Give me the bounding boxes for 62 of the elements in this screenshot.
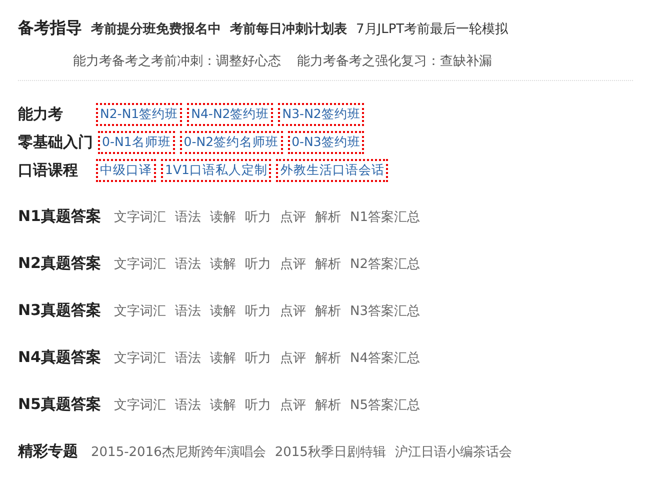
- answer-link[interactable]: 文字词汇: [114, 396, 166, 414]
- course-link[interactable]: 0-N3签约班: [288, 131, 364, 154]
- answer-link[interactable]: N5答案汇总: [350, 396, 420, 414]
- answer-link[interactable]: 读解: [210, 255, 236, 273]
- answer-link[interactable]: 文字词汇: [114, 302, 166, 320]
- answer-link[interactable]: N1答案汇总: [350, 208, 420, 226]
- answer-link[interactable]: 听力: [245, 255, 271, 273]
- course-link[interactable]: 中级口译: [96, 159, 156, 182]
- topic-link[interactable]: 2015-2016杰尼斯跨年演唱会: [91, 443, 266, 461]
- course-link[interactable]: N3-N2签约班: [278, 103, 364, 126]
- answer-link[interactable]: 文字词汇: [114, 349, 166, 367]
- course-link[interactable]: N2-N1签约班: [96, 103, 182, 126]
- answer-link[interactable]: N3答案汇总: [350, 302, 420, 320]
- answer-link[interactable]: 文字词汇: [114, 255, 166, 273]
- answer-link[interactable]: 点评: [280, 255, 306, 273]
- course-link[interactable]: 0-N2签约名师班: [180, 131, 283, 154]
- answer-link[interactable]: 点评: [280, 349, 306, 367]
- answer-link[interactable]: 语法: [175, 255, 201, 273]
- answer-link[interactable]: 语法: [175, 349, 201, 367]
- category-label: 口语课程: [18, 161, 79, 180]
- topic-link[interactable]: 沪江日语小编茶话会: [394, 443, 512, 461]
- course-link[interactable]: 0-N1名师班: [98, 131, 175, 154]
- answer-link[interactable]: 解析: [315, 302, 341, 320]
- answer-link[interactable]: 读解: [210, 208, 236, 226]
- answer-link[interactable]: 听力: [245, 302, 271, 320]
- answer-link[interactable]: 点评: [280, 302, 306, 320]
- article-link[interactable]: 考前每日冲刺计划表: [230, 20, 347, 38]
- course-link[interactable]: 1V1口语私人定制: [161, 159, 272, 182]
- article-link[interactable]: 考前提分班免费报名中: [91, 20, 221, 38]
- answer-link[interactable]: 点评: [280, 396, 306, 414]
- article-link[interactable]: 能力考备考之考前冲刺：调整好心态: [73, 52, 281, 74]
- section-title: 备考指导: [18, 18, 82, 39]
- answer-link[interactable]: 语法: [175, 208, 201, 226]
- answer-link[interactable]: 点评: [280, 208, 306, 226]
- category-label: N4真题答案: [18, 348, 101, 367]
- category-label: N1真题答案: [18, 207, 101, 226]
- answer-link[interactable]: 读解: [210, 302, 236, 320]
- article-link[interactable]: 能力考备考之强化复习：查缺补漏: [297, 52, 492, 74]
- topic-link[interactable]: 2015秋季日剧特辑: [274, 443, 386, 461]
- category-label: 能力考: [18, 105, 64, 124]
- answer-link[interactable]: 解析: [315, 208, 341, 226]
- course-link[interactable]: N4-N2签约班: [187, 103, 274, 126]
- answer-link[interactable]: 读解: [210, 396, 236, 414]
- answer-link[interactable]: 听力: [245, 349, 271, 367]
- answer-link[interactable]: 解析: [315, 396, 341, 414]
- answer-link[interactable]: N2答案汇总: [350, 255, 420, 273]
- article-link[interactable]: 7月JLPT考前最后一轮模拟: [356, 20, 508, 38]
- category-label: 精彩专题: [18, 442, 78, 461]
- answer-link[interactable]: 读解: [210, 349, 236, 367]
- course-link[interactable]: 外教生活口语会话: [276, 159, 388, 182]
- answer-link[interactable]: 解析: [315, 349, 341, 367]
- answer-link[interactable]: 解析: [315, 255, 341, 273]
- answer-link[interactable]: 文字词汇: [114, 208, 166, 226]
- category-label: N3真题答案: [18, 301, 101, 320]
- answer-link[interactable]: 听力: [245, 396, 271, 414]
- answer-link[interactable]: N4答案汇总: [350, 349, 420, 367]
- answer-link[interactable]: 语法: [175, 302, 201, 320]
- answer-link[interactable]: 语法: [175, 396, 201, 414]
- category-label: N2真题答案: [18, 254, 101, 273]
- category-label: 零基础入门: [18, 133, 93, 152]
- answer-link[interactable]: 听力: [245, 208, 271, 226]
- category-label: N5真题答案: [18, 395, 101, 414]
